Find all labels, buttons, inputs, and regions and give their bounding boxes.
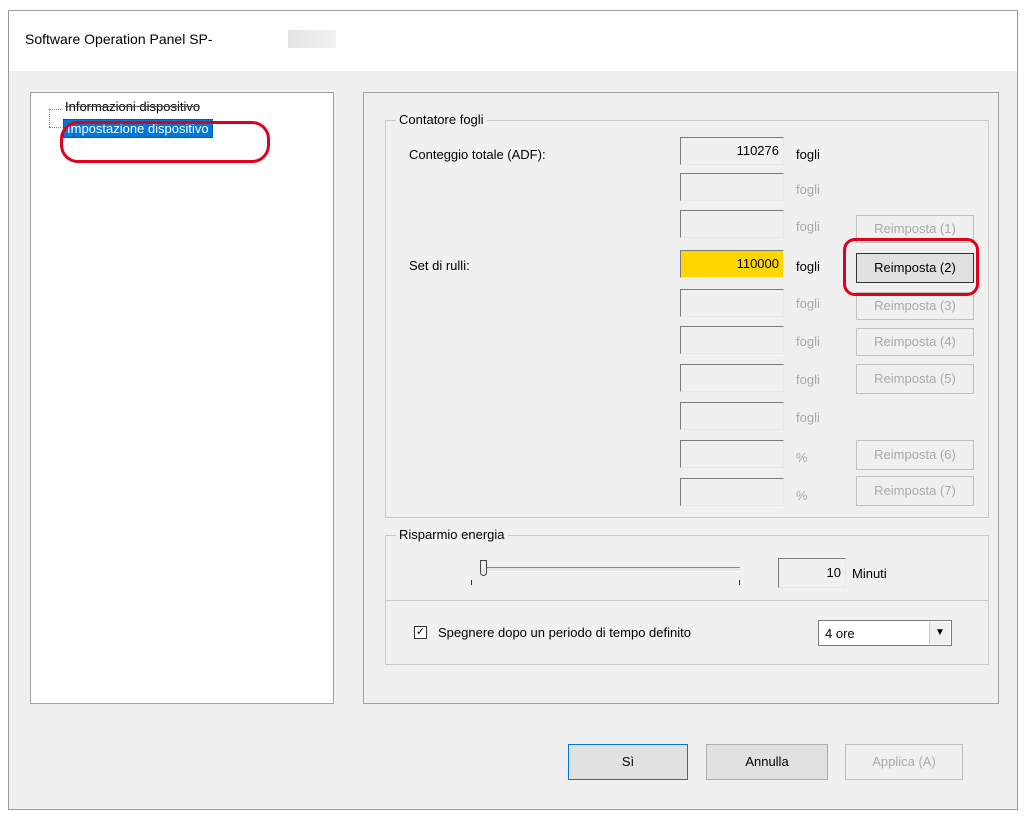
ok-button[interactable]: Sì: [568, 744, 688, 780]
reset-button-4[interactable]: Reimposta (4): [856, 328, 974, 356]
unit-label: fogli: [796, 219, 820, 234]
unit-label: fogli: [796, 410, 820, 425]
reset-button-2[interactable]: Reimposta (2): [856, 253, 974, 283]
settings-tree[interactable]: Informazioni dispositivo Impostazione di…: [30, 92, 334, 704]
tree-item-device-settings[interactable]: Impostazione dispositivo: [63, 119, 213, 138]
divider: [386, 600, 988, 601]
reset-button-7[interactable]: Reimposta (7): [856, 476, 974, 506]
unit-label: fogli: [796, 296, 820, 311]
total-count-field: 110276: [680, 137, 784, 165]
reset-button-5[interactable]: Reimposta (5): [856, 364, 974, 394]
counter-field: [680, 173, 784, 201]
tree-item-device-info[interactable]: Informazioni dispositivo: [65, 99, 200, 114]
counter-field: [680, 289, 784, 317]
counter-field: [680, 440, 784, 468]
power-slider-track[interactable]: [480, 567, 740, 572]
counter-field: [680, 402, 784, 430]
cancel-button[interactable]: Annulla: [706, 744, 828, 780]
power-saving-legend: Risparmio energia: [396, 527, 508, 542]
tree-connector: [49, 127, 61, 128]
total-count-label: Conteggio totale (ADF):: [409, 147, 546, 162]
window-title: Software Operation Panel SP-: [25, 31, 213, 47]
sheet-counter-legend: Contatore fogli: [396, 112, 487, 127]
counter-field: [680, 478, 784, 506]
unit-label: fogli: [796, 334, 820, 349]
unit-label: fogli: [796, 182, 820, 197]
unit-label: %: [796, 488, 808, 503]
power-slider-thumb[interactable]: [480, 560, 487, 576]
slider-tick: [739, 580, 740, 585]
unit-label: %: [796, 450, 808, 465]
shutdown-time-value: 4 ore: [825, 626, 855, 641]
minutes-field: 10: [778, 558, 846, 588]
reset-button-3[interactable]: Reimposta (3): [856, 292, 974, 320]
title-bar: Software Operation Panel SP-: [9, 11, 1017, 71]
tree-connector: [49, 109, 50, 127]
counter-field: [680, 364, 784, 392]
auto-shutdown-checkbox[interactable]: ✓: [414, 626, 427, 639]
auto-shutdown-label: Spegnere dopo un periodo di tempo defini…: [438, 625, 691, 640]
shutdown-time-select[interactable]: 4 ore ▼: [818, 620, 952, 646]
unit-label: fogli: [796, 372, 820, 387]
minutes-unit-label: Minuti: [852, 566, 887, 581]
tree-connector: [49, 109, 61, 110]
unit-label: fogli: [796, 147, 820, 162]
counter-field: [680, 326, 784, 354]
roller-set-count-field: 110000: [680, 250, 784, 278]
model-redaction: [288, 30, 336, 48]
roller-set-label: Set di rulli:: [409, 258, 470, 273]
counter-field: [680, 210, 784, 238]
slider-tick: [471, 580, 472, 585]
chevron-down-icon[interactable]: ▼: [929, 622, 950, 644]
reset-button-6[interactable]: Reimposta (6): [856, 440, 974, 470]
unit-label: fogli: [796, 259, 820, 274]
reset-button-1[interactable]: Reimposta (1): [856, 215, 974, 243]
apply-button[interactable]: Applica (A): [845, 744, 963, 780]
